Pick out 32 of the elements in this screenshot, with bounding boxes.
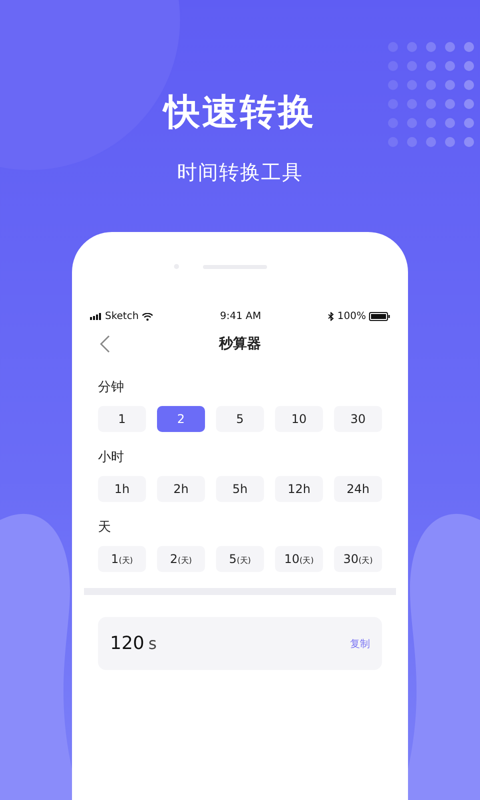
option-button[interactable]: 5: [216, 406, 264, 432]
nav-title: 秒算器: [219, 335, 261, 353]
signal-icon: [90, 313, 102, 320]
option-button[interactable]: 1h: [98, 476, 146, 502]
back-icon[interactable]: [100, 335, 110, 353]
result-unit: s: [148, 634, 157, 653]
subheadline: 时间转换工具: [177, 159, 303, 186]
result-value: 120: [110, 633, 144, 654]
option-button[interactable]: 1: [98, 406, 146, 432]
option-button[interactable]: 10(天): [275, 546, 323, 572]
battery-percent: 100%: [337, 311, 366, 322]
group-label: 天: [98, 519, 112, 536]
option-button[interactable]: 2(天): [157, 546, 205, 572]
option-button[interactable]: 10: [275, 406, 323, 432]
copy-button[interactable]: 复制: [350, 636, 370, 650]
battery-icon: [369, 312, 390, 321]
headline: 快速转换: [164, 91, 316, 135]
group-label: 小时: [98, 449, 125, 466]
option-button[interactable]: 30: [334, 406, 382, 432]
option-button[interactable]: 2: [157, 406, 205, 432]
group-label: 分钟: [98, 379, 125, 396]
option-button[interactable]: 5h: [216, 476, 264, 502]
option-button[interactable]: 2h: [157, 476, 205, 502]
option-button[interactable]: 24h: [334, 476, 382, 502]
wifi-icon: [142, 312, 153, 320]
status-time: 9:41 AM: [220, 311, 262, 322]
option-button[interactable]: 5(天): [216, 546, 264, 572]
option-button[interactable]: 1(天): [98, 546, 146, 572]
bluetooth-icon: [328, 312, 334, 321]
option-button[interactable]: 30(天): [334, 546, 382, 572]
option-button[interactable]: 12h: [275, 476, 323, 502]
carrier-name: Sketch: [105, 311, 139, 322]
